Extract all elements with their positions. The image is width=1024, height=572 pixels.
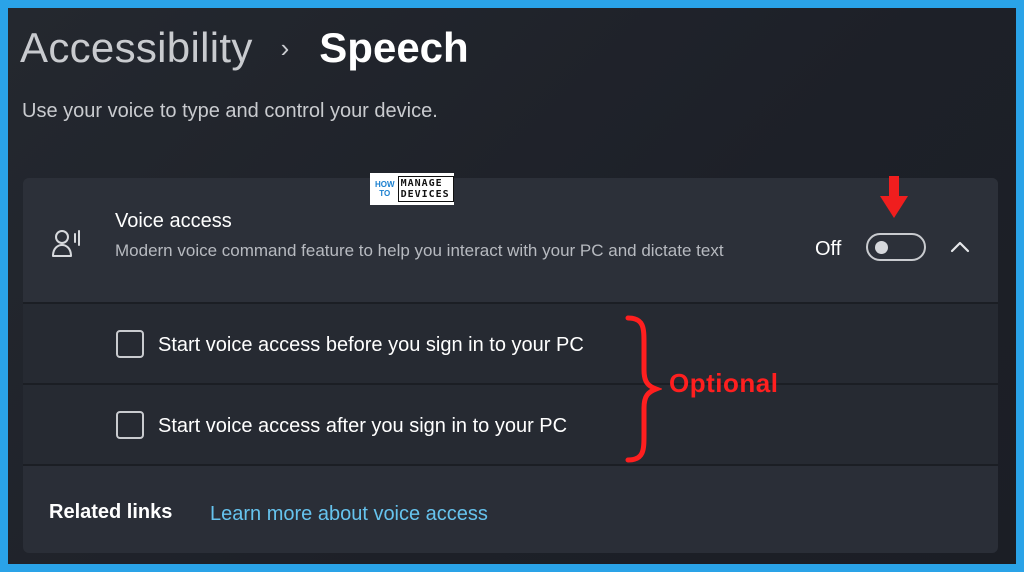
red-arrow-annotation-icon	[880, 176, 908, 218]
voice-access-card: Voice access Modern voice command featur…	[23, 178, 998, 553]
page-description: Use your voice to type and control your …	[22, 100, 438, 122]
toggle-state-label: Off	[815, 238, 842, 260]
divider	[23, 464, 998, 466]
voice-access-row[interactable]: Voice access Modern voice command featur…	[23, 178, 998, 302]
breadcrumb: Accessibility › Speech	[20, 18, 469, 78]
option-label-after-sign-in: Start voice access after you sign in to …	[158, 415, 568, 437]
optional-annotation-label: Optional	[669, 368, 779, 398]
option-row-before-sign-in: Start voice access before you sign in to…	[23, 304, 998, 383]
breadcrumb-chevron-icon: ›	[280, 32, 290, 63]
watermark-manage-devices: MANAGE DEVICES	[397, 176, 454, 202]
voice-access-toggle[interactable]	[866, 233, 926, 261]
breadcrumb-accessibility[interactable]: Accessibility	[20, 24, 253, 72]
page-title: Speech	[319, 24, 469, 71]
learn-more-link[interactable]: Learn more about voice access	[210, 503, 488, 526]
voice-access-description: Modern voice command feature to help you…	[115, 241, 724, 260]
brace-annotation-icon	[625, 315, 662, 463]
voice-access-icon	[52, 230, 80, 257]
checkbox-after-sign-in[interactable]	[116, 411, 144, 439]
related-links-title: Related links	[49, 501, 173, 523]
option-label-before-sign-in: Start voice access before you sign in to…	[158, 334, 584, 356]
toggle-knob	[875, 241, 888, 254]
watermark-how-to: HOW TO	[375, 180, 395, 198]
settings-window: Accessibility › Speech Use your voice to…	[8, 8, 1016, 564]
option-row-after-sign-in: Start voice access after you sign in to …	[23, 385, 998, 464]
chevron-up-icon[interactable]	[948, 236, 972, 258]
watermark-logo: HOW TO MANAGE DEVICES	[370, 173, 454, 205]
voice-access-title: Voice access	[115, 210, 232, 232]
checkbox-before-sign-in[interactable]	[116, 330, 144, 358]
